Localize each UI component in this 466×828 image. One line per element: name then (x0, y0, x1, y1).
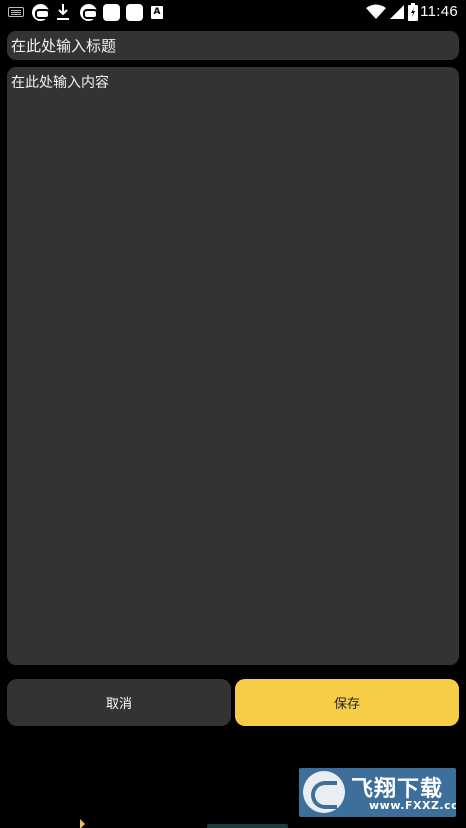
watermark-url: www.FXXZ.com (369, 799, 456, 812)
cancel-button-label: 取消 (105, 697, 132, 712)
app-circle-icon (32, 4, 50, 21)
app-square-icon (103, 4, 120, 21)
title-input[interactable] (7, 31, 459, 60)
content-input[interactable] (7, 67, 459, 665)
a-icon: A (151, 6, 163, 19)
app-circle-icon (80, 4, 98, 21)
watermark-logo: 飞翔下载 www.FXXZ.com (299, 768, 456, 817)
pointer-icon (80, 819, 85, 828)
download-icon (57, 4, 69, 20)
save-button-label: 保存 (333, 697, 360, 712)
navigation-handle (207, 824, 288, 828)
signal-icon (390, 5, 404, 19)
save-button[interactable]: 保存 (235, 679, 459, 726)
app-square-icon (126, 4, 143, 21)
status-time: 11:46 (420, 3, 458, 20)
status-bar: A 11:46 (0, 0, 466, 25)
battery-icon (408, 3, 418, 21)
wifi-icon (366, 4, 386, 19)
brand-logo-icon (303, 771, 345, 813)
cancel-button[interactable]: 取消 (7, 679, 231, 726)
keyboard-icon (8, 7, 24, 17)
